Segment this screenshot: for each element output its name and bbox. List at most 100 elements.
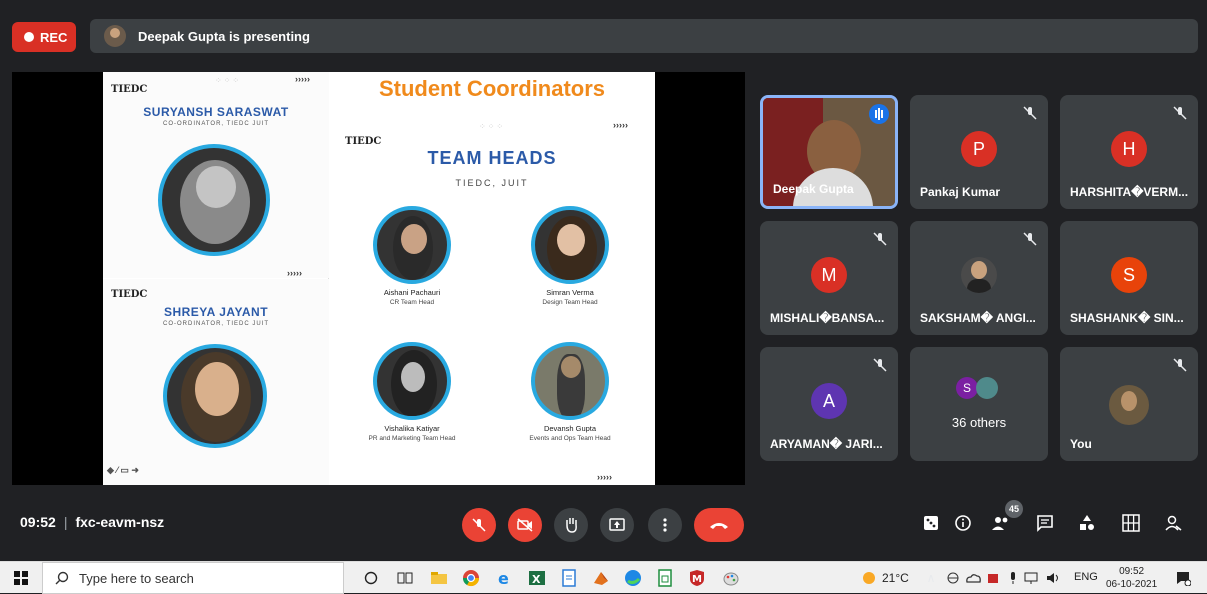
shapes-icon [1080,515,1094,530]
participant-avatar: S [1111,257,1147,293]
team-head-card: Devansh Gupta Events and Ops Team Head [510,342,630,442]
team-head-role: CR Team Head [389,299,435,306]
more-options-button[interactable] [648,508,682,542]
mic-off-icon [472,518,486,532]
participant-avatar [1109,385,1149,425]
participant-name: Pankaj Kumar [920,185,1001,199]
tray-app-icon[interactable] [942,567,964,589]
participant-name: SAKSHAM� ANGI... [920,311,1036,325]
edge-icon[interactable] [622,567,644,589]
grid-icon [1122,514,1140,532]
svg-text:M: M [692,574,702,585]
camera-toggle-button[interactable] [508,508,542,542]
coordinator-photo [158,144,270,256]
arrows-decoration: ››››› [597,472,612,482]
security-tray-icon[interactable] [982,567,1004,589]
more-vert-icon [663,518,667,532]
participant-tile[interactable]: SAKSHAM� ANGI... [910,221,1048,335]
self-tile[interactable]: You [1060,347,1198,461]
internet-explorer-icon[interactable]: e [494,567,516,589]
participant-tile[interactable]: A ARYAMAN� JARI... [760,347,898,461]
clock-time: 09:52 [1119,566,1145,577]
windows-start-icon[interactable] [10,567,32,589]
arrows-decoration: ››››› [295,74,310,84]
coordinator-name: SURYANSH SARASWAT [143,105,289,119]
show-hidden-icons-icon[interactable]: ∧ [920,567,942,589]
shared-slide: TIEDC ⁘⁘⁘ ››››› SURYANSH SARASWAT CO-ORD… [103,72,655,485]
meeting-details-button[interactable] [952,512,974,534]
participant-tile[interactable]: H HARSHITA�VERM... [1060,95,1198,209]
weather-temperature[interactable]: 21°C [882,571,909,585]
tiedc-logo: TIEDC [111,84,148,95]
presenting-banner[interactable]: Deepak Gupta is presenting [90,19,1198,53]
meeting-time: 09:52 [20,514,56,530]
present-screen-button[interactable] [600,508,634,542]
task-view-icon[interactable] [394,567,416,589]
people-icon [992,517,1008,530]
participant-tile[interactable]: Deepak Gupta [760,95,898,209]
top-bar: REC Deepak Gupta is presenting [0,0,1207,70]
mcafee-icon[interactable]: M [686,567,708,589]
participant-tile[interactable]: M MISHALI�BANSA... [760,221,898,335]
layout-button[interactable] [1120,512,1142,534]
clock-date: 06-10-2021 [1106,579,1158,590]
network-icon[interactable] [1020,567,1042,589]
participant-avatar: H [1111,131,1147,167]
coordinator-column: TIEDC ⁘⁘⁘ ››››› SURYANSH SARASWAT CO-ORD… [103,72,329,485]
weather-icon[interactable] [858,567,880,589]
document-app-icon[interactable] [558,567,580,589]
people-count-badge: 45 [1005,500,1023,518]
notifications-icon[interactable] [1172,567,1194,589]
leave-call-button[interactable] [694,508,744,542]
matlab-icon[interactable] [590,567,612,589]
file-explorer-icon[interactable] [428,567,450,589]
participant-tile[interactable]: S SHASHANK� SIN... [1060,221,1198,335]
participant-tile[interactable]: P Pankaj Kumar [910,95,1048,209]
present-icon [609,518,625,531]
team-head-name: Aishani Pachauri [383,288,441,297]
input-language[interactable]: ENG [1074,571,1098,583]
taskbar-search-input[interactable]: Type here to search [42,562,344,594]
chrome-icon[interactable] [460,567,482,589]
arrows-decoration: ››››› [287,268,302,278]
dots-decoration: ⁘⁘⁘ [479,122,506,131]
camera-off-icon [517,518,533,532]
others-tile[interactable]: S 36 others [910,347,1048,461]
paint-icon[interactable] [720,567,742,589]
team-heads-title: TEAM HEADS [427,148,557,168]
mic-off-icon [873,358,887,372]
excel-icon[interactable]: X [526,567,548,589]
participant-avatar [976,377,998,399]
chat-button[interactable] [1034,512,1056,534]
sheets-icon[interactable] [654,567,676,589]
coordinator-photo [163,344,267,448]
activities-shapes-button[interactable] [1076,512,1098,534]
team-head-role: PR and Marketing Team Head [368,435,456,442]
participant-name: SHASHANK� SIN... [1070,311,1184,325]
search-icon [55,571,69,585]
mic-off-icon [1023,106,1037,120]
team-head-name: Devansh Gupta [543,424,597,433]
team-head-name: Simran Verma [546,288,594,297]
svg-text:e: e [498,569,509,587]
windows-taskbar: Type here to search e X M 21°C ∧ ENG 09:… [0,561,1207,594]
lock-person-icon [1165,515,1182,531]
coordinator-name: SHREYA JAYANT [163,305,269,319]
participant-avatar [961,257,997,293]
host-controls-button[interactable] [1162,512,1184,534]
onedrive-icon[interactable] [962,567,984,589]
cortana-icon[interactable] [360,567,382,589]
record-dot-icon [24,32,34,42]
coordinator-card: TIEDC SHREYA JAYANT CO-ORDINATOR, TIEDC … [103,279,329,485]
slide-navigation-icon[interactable]: ◆ ⁄ ▭ ➜ [107,465,139,476]
activities-button[interactable] [920,512,942,534]
team-head-card: Vishalika Katiyar PR and Marketing Team … [352,342,472,442]
volume-icon[interactable] [1042,567,1064,589]
system-clock[interactable]: 09:52 06-10-2021 [1106,565,1157,591]
recording-badge[interactable]: REC [12,22,76,52]
mic-toggle-button[interactable] [462,508,496,542]
mic-off-icon [1023,232,1037,246]
participant-avatar: S [956,377,978,399]
dice-icon [924,516,938,530]
raise-hand-button[interactable] [554,508,588,542]
